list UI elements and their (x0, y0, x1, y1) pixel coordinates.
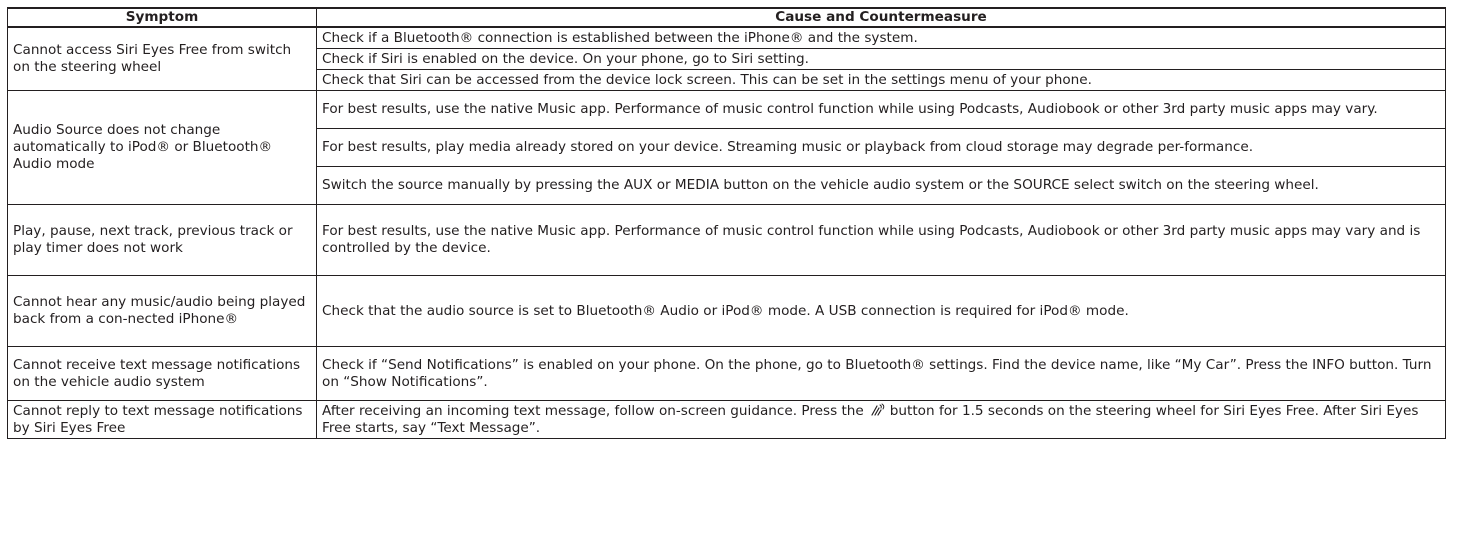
cause-cell: Check if a Bluetooth® connection is esta… (316, 26, 1446, 49)
cause-cell: Check that the audio source is set to Bl… (316, 275, 1446, 347)
cause-column-header: Cause and Countermeasure (316, 7, 1446, 28)
symptom-column-header: Symptom (7, 7, 317, 28)
table-header-row: Symptom Cause and Countermeasure (7, 7, 1446, 28)
symptom-cell: Audio Source does not change automatical… (7, 90, 317, 205)
troubleshooting-table: Symptom Cause and Countermeasure Cannot … (7, 7, 1446, 439)
symptom-cell: Cannot receive text message notification… (7, 346, 317, 401)
symptom-cell: Cannot access Siri Eyes Free from switch… (7, 26, 317, 91)
cause-cell: For best results, use the native Music a… (316, 204, 1446, 276)
table-row: Cannot hear any music/audio being played… (7, 275, 1446, 347)
cause-cell: Check if “Send Notifications” is enabled… (316, 346, 1446, 401)
table-row: Audio Source does not change automatical… (7, 90, 1446, 205)
cause-cell: Switch the source manually by pressing t… (316, 166, 1446, 205)
cause-cell: After receiving an incoming text message… (316, 400, 1446, 439)
cause-text-before-icon: After receiving an incoming text message… (322, 402, 864, 419)
table-row: Cannot access Siri Eyes Free from switch… (7, 26, 1446, 91)
cause-cell: For best results, play media already sto… (316, 128, 1446, 167)
voice-command-icon (868, 403, 886, 417)
table-row: Play, pause, next track, previous track … (7, 204, 1446, 276)
cause-cell: For best results, use the native Music a… (316, 90, 1446, 129)
symptom-cell: Cannot reply to text message notificatio… (7, 400, 317, 439)
table-row: Cannot reply to text message notificatio… (7, 400, 1446, 439)
symptom-cell: Cannot hear any music/audio being played… (7, 275, 317, 347)
symptom-cell: Play, pause, next track, previous track … (7, 204, 317, 276)
table-row: Cannot receive text message notification… (7, 346, 1446, 401)
cause-cell: Check that Siri can be accessed from the… (316, 69, 1446, 91)
cause-cell: Check if Siri is enabled on the device. … (316, 48, 1446, 70)
